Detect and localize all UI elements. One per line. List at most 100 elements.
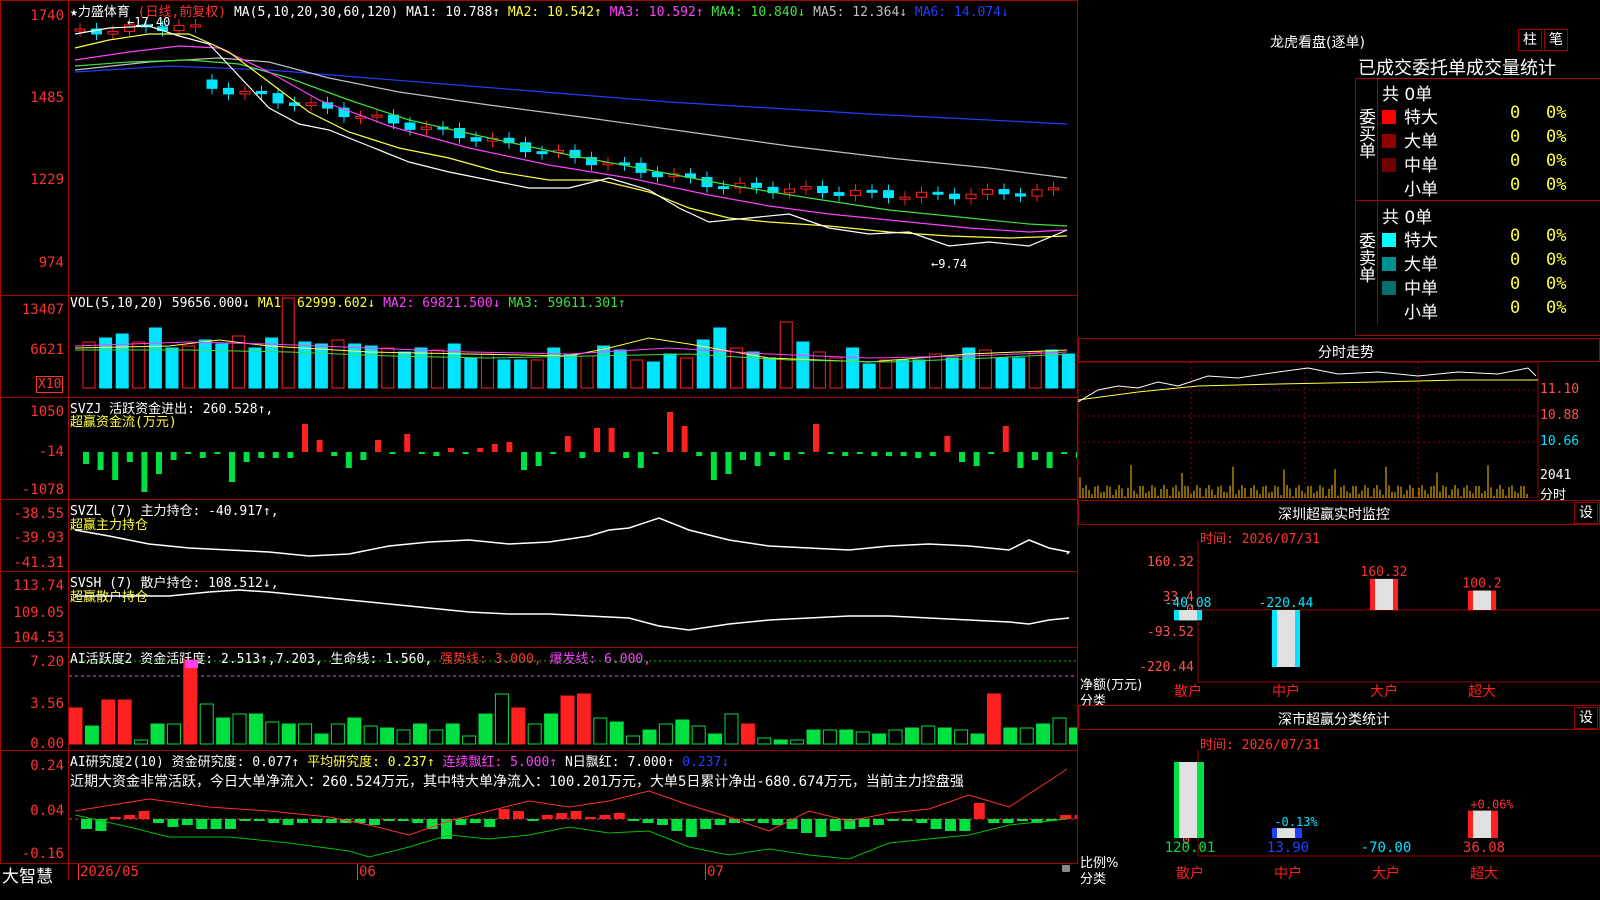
ai-act-axis-3: 0.00 <box>30 736 64 752</box>
ai-activity-bar <box>134 739 149 745</box>
ai-activity-bar <box>1068 727 1077 745</box>
svsh-chart[interactable] <box>69 572 1077 647</box>
svzl-axis-2: -39.93 <box>13 530 64 546</box>
candle <box>1015 193 1026 197</box>
candle <box>899 196 911 200</box>
ai-activity-bar <box>1052 717 1067 745</box>
ai-activity-chart[interactable] <box>69 648 1077 750</box>
svzj-axis-2: -14 <box>38 444 64 460</box>
ai-activity-bar <box>511 707 526 745</box>
ai-research-bar <box>585 817 596 819</box>
legend-swatch <box>1382 257 1396 271</box>
legend-swatch <box>1382 110 1396 124</box>
candle <box>421 126 432 130</box>
legend-swatch <box>1382 305 1396 319</box>
dragon-row-percent: 0% <box>1546 274 1567 294</box>
volume-bar <box>82 341 96 389</box>
svzj-bar <box>331 452 338 456</box>
dragon-row-label: 小单 <box>1404 303 1438 323</box>
sz-class-chart[interactable]: 7550250 120.01散户-0.13%13.90中户-70.00大户+0.… <box>1078 750 1600 900</box>
ai-research-bar <box>167 819 179 827</box>
candle <box>1048 187 1059 191</box>
ai-research-bar <box>613 813 625 819</box>
volume-bar <box>314 343 328 389</box>
ai-research-bar <box>1017 819 1028 821</box>
svzl-axis-3: -41.31 <box>13 555 64 571</box>
sz-class-settings-button[interactable]: 设 <box>1574 707 1598 729</box>
intraday-axis-1: 11.10 <box>1540 382 1580 397</box>
volume-bar <box>1028 351 1042 389</box>
ai-research-bar <box>1002 819 1014 823</box>
sell-side-label: 委卖单 <box>1355 232 1375 283</box>
date-label-3: 07 <box>705 864 724 880</box>
ai-research-bar <box>685 819 697 837</box>
ai-activity-bar <box>609 721 624 745</box>
ai-research-bar <box>829 819 841 831</box>
ai-activity-bar <box>166 723 181 745</box>
intraday-axis-2: 10.88 <box>1540 408 1580 423</box>
svzj-bar <box>126 452 133 462</box>
sz-monitor-axis-label: -93.52 <box>1147 625 1194 640</box>
dragon-subtitle: 已成交委托单成交量统计 <box>1358 58 1556 79</box>
tick-mode-button[interactable]: 笔 <box>1544 29 1568 51</box>
ai-activity-bar <box>544 713 559 745</box>
dragon-row-value: 0 <box>1510 103 1521 123</box>
ai-activity-bar <box>232 713 247 745</box>
ai-research-bar <box>513 811 524 819</box>
price-axis-2: 1485 <box>30 90 64 106</box>
svzj-bar <box>448 448 454 452</box>
svzj-bar <box>141 452 148 492</box>
candle <box>982 189 993 195</box>
volume-bar <box>165 347 179 389</box>
ai-research-bar <box>858 819 870 827</box>
volume-bar <box>829 357 843 389</box>
volume-chart[interactable] <box>69 296 1077 397</box>
svzj-bar <box>316 440 323 452</box>
sz-monitor-cat-label: 大户 <box>1370 683 1398 700</box>
dragon-row-value: 0 <box>1510 226 1521 246</box>
sell-count: 共 0单 <box>1382 208 1433 228</box>
svzj-bar <box>988 452 995 454</box>
volume-bar <box>1061 353 1075 389</box>
candle <box>470 137 482 142</box>
svzj-bar <box>185 452 192 454</box>
ai-activity-bar <box>708 733 723 745</box>
candle <box>190 24 201 28</box>
sz-monitor-chart[interactable]: 160.3233.40-93.52-220.44 -40.08散户-220.44… <box>1078 540 1600 706</box>
candle <box>223 87 234 95</box>
volume-bar <box>464 357 478 389</box>
svzl-chart[interactable] <box>69 500 1077 571</box>
svzj-bar <box>725 452 732 474</box>
bar-mode-button[interactable]: 柱 <box>1518 29 1542 51</box>
ai-activity-bar <box>937 727 952 745</box>
svzj-bar <box>375 440 381 452</box>
ai-act-axis-2: 3.56 <box>30 696 64 712</box>
ai-research-bar <box>714 819 726 825</box>
ai-research-bar <box>901 819 913 821</box>
price-chart[interactable]: ←17.40 ←9.74 <box>69 0 1077 295</box>
svzj-bar <box>258 452 265 458</box>
sz-class-bar-value: 120.01 <box>1165 840 1216 856</box>
ai-research-bar <box>412 819 424 823</box>
svzj-bar <box>199 452 206 458</box>
ai-activity-bar <box>265 721 280 745</box>
sz-monitor-settings-button[interactable]: 设 <box>1574 502 1598 524</box>
intraday-chart[interactable] <box>1078 362 1600 498</box>
ai-research-bar <box>225 819 236 829</box>
sz-monitor-cat-label: 散户 <box>1174 683 1202 700</box>
svzj-chart[interactable] <box>69 398 1077 499</box>
ai-res-axis-2: 0.04 <box>30 803 64 819</box>
ai-research-bar <box>297 819 308 823</box>
volume-bar <box>995 357 1009 389</box>
lock-icon[interactable] <box>1062 865 1070 872</box>
ai-research-bar <box>815 819 827 837</box>
candle <box>1031 189 1043 197</box>
ai-research-bar <box>455 819 467 825</box>
volume-bar <box>879 359 893 389</box>
vol-unit[interactable]: X10 <box>36 376 64 393</box>
legend-swatch <box>1382 233 1396 247</box>
sz-monitor-bar-label: 100.2 <box>1462 577 1501 592</box>
ai-research-bar <box>988 819 1000 823</box>
dragon-row-label: 小单 <box>1404 180 1438 200</box>
ai-research-chart[interactable] <box>69 751 1077 863</box>
